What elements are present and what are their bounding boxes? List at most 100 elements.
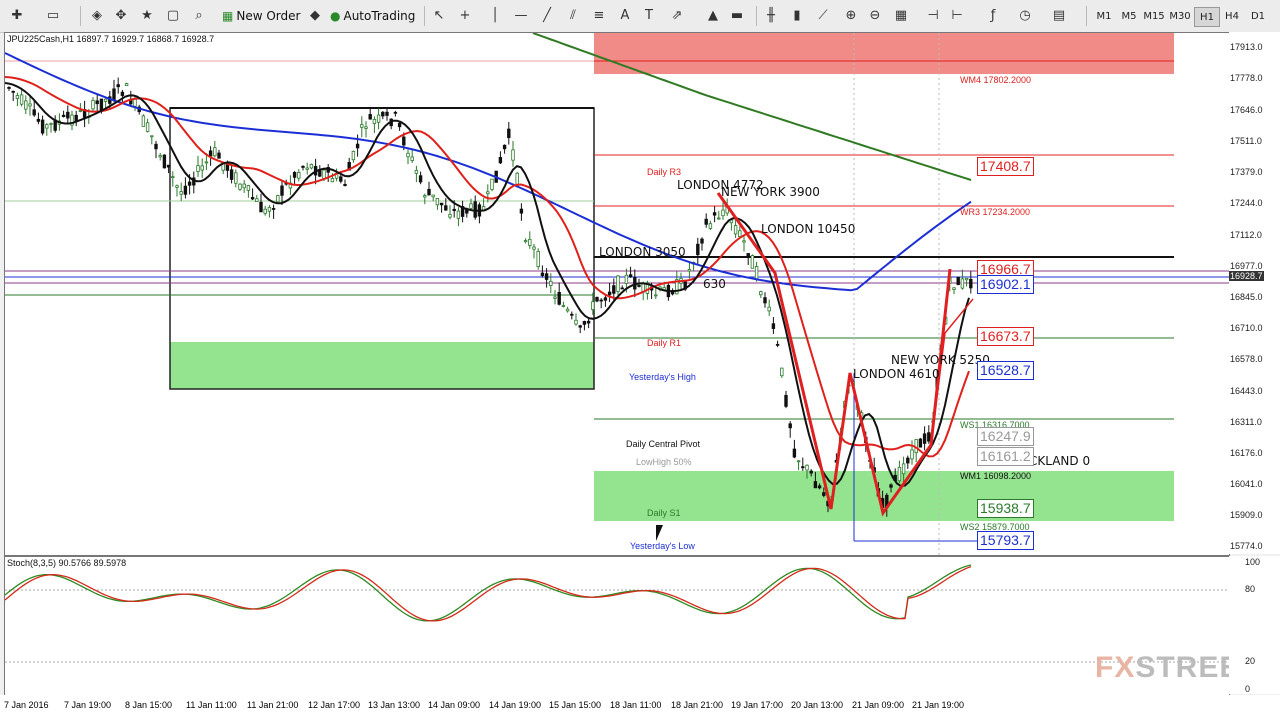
channel-icon[interactable]: ⫽ bbox=[564, 6, 582, 24]
candle-body bbox=[297, 172, 301, 179]
templates-icon[interactable]: ▤ bbox=[1050, 6, 1068, 24]
timeframe-m5[interactable]: M5 bbox=[1117, 7, 1141, 25]
candle-body bbox=[557, 292, 561, 305]
fibonacci-icon[interactable]: ≡ bbox=[590, 6, 608, 24]
tile-windows-icon[interactable]: ▦ bbox=[892, 6, 910, 24]
candle-body bbox=[45, 124, 49, 129]
time-tick: 8 Jan 15:00 bbox=[125, 700, 173, 710]
candle-body bbox=[271, 208, 276, 210]
candle-body bbox=[204, 161, 209, 164]
candle-body bbox=[750, 255, 755, 269]
time-tick: 13 Jan 13:00 bbox=[368, 700, 421, 710]
candle-body bbox=[754, 266, 759, 280]
time-tick: 15 Jan 15:00 bbox=[549, 700, 602, 710]
candle-body bbox=[733, 225, 738, 235]
candle-body bbox=[578, 325, 582, 328]
candle-body bbox=[906, 457, 910, 464]
crosshair-icon[interactable]: + bbox=[456, 6, 474, 24]
candle-body bbox=[414, 170, 419, 174]
timeframe-h1[interactable]: H1 bbox=[1194, 7, 1220, 27]
stoch-tick: 20 bbox=[1245, 656, 1256, 666]
annotation-label: Yesterday's Low bbox=[630, 541, 695, 551]
market-watch-icon[interactable]: ◈ bbox=[88, 6, 106, 24]
candle-body bbox=[175, 185, 179, 188]
price-tick: 17112.0 bbox=[1230, 230, 1262, 240]
cursor-icon[interactable]: ↖ bbox=[430, 6, 448, 24]
text-label-icon[interactable]: T bbox=[640, 6, 658, 24]
strategy-tester-icon[interactable]: ⌕ bbox=[190, 6, 208, 24]
candle-body bbox=[292, 172, 297, 178]
candle-body bbox=[351, 150, 356, 161]
candle-body bbox=[61, 114, 66, 118]
favorites-icon[interactable]: ★ bbox=[138, 6, 156, 24]
candle-body bbox=[229, 169, 234, 180]
metaeditor-icon[interactable]: ◆ bbox=[306, 6, 324, 24]
terminal-icon[interactable]: ▢ bbox=[164, 6, 182, 24]
price-level-box: 16673.7 bbox=[977, 327, 1034, 346]
price-level-box: 15938.7 bbox=[977, 499, 1034, 518]
stochastic-panel[interactable]: Stoch(8,3,5) 90.5766 89.5978 FXSTREET bbox=[4, 556, 1230, 696]
price-tick: 16845.0 bbox=[1230, 292, 1263, 302]
autoscroll-icon[interactable]: ⊢ bbox=[948, 6, 966, 24]
annotation-label: WM1 16098.2000 bbox=[960, 471, 1032, 481]
bar-chart-icon[interactable]: ╫ bbox=[762, 6, 780, 24]
autotrading-button[interactable]: ● AutoTrading bbox=[330, 5, 415, 27]
candle-body bbox=[759, 291, 763, 296]
candle-body bbox=[431, 194, 435, 198]
candle-body bbox=[813, 481, 818, 489]
timeframe-h4[interactable]: H4 bbox=[1220, 7, 1244, 25]
time-tick: 7 Jan 2016 bbox=[4, 700, 49, 710]
zoom-out-icon[interactable]: ⊖ bbox=[866, 6, 884, 24]
chart-shift-icon[interactable]: ⊣ bbox=[924, 6, 942, 24]
price-tick: 16041.0 bbox=[1230, 479, 1263, 489]
chart-type-icon[interactable]: ▬ bbox=[728, 6, 746, 24]
candle-body bbox=[376, 114, 381, 123]
new-chart-icon[interactable]: ✚ bbox=[8, 6, 26, 24]
candle-body bbox=[32, 109, 36, 116]
arrows-icon[interactable]: ⇗ bbox=[668, 6, 686, 24]
zoom-in-icon[interactable]: ⊕ bbox=[842, 6, 860, 24]
candle-body bbox=[817, 485, 822, 489]
line-chart-icon[interactable]: ⟋ bbox=[814, 6, 832, 24]
candle-body bbox=[763, 297, 767, 304]
candle-body bbox=[738, 230, 742, 237]
candle-body bbox=[452, 208, 456, 212]
timeframe-m15[interactable]: M15 bbox=[1142, 7, 1166, 25]
candle-body bbox=[767, 306, 771, 312]
horizontal-line-icon[interactable]: — bbox=[512, 6, 530, 24]
price-chart[interactable]: JPU225Cash,H1 16897.7 16929.7 16868.7 16… bbox=[4, 32, 1230, 556]
candle-body bbox=[154, 143, 158, 150]
annotation-label: LONDON 4610 bbox=[853, 367, 940, 381]
candlestick-icon[interactable]: ▮ bbox=[788, 6, 806, 24]
price-level-box: 15793.7 bbox=[977, 531, 1034, 550]
profiles-icon[interactable]: ▭ bbox=[44, 6, 62, 24]
navigator-icon[interactable]: ✥ bbox=[112, 6, 130, 24]
time-tick: 21 Jan 09:00 bbox=[852, 700, 905, 710]
candle-body bbox=[116, 84, 120, 88]
periods-icon[interactable]: ◷ bbox=[1016, 6, 1034, 24]
new-order-button[interactable]: ▦ New Order bbox=[222, 5, 300, 27]
vertical-line-icon[interactable]: │ bbox=[486, 6, 504, 24]
text-icon[interactable]: A bbox=[616, 6, 634, 24]
chart-up-icon[interactable]: ▲ bbox=[704, 6, 722, 24]
timeframe-d1[interactable]: D1 bbox=[1246, 7, 1270, 25]
stoch-main-line bbox=[5, 564, 972, 622]
timeframe-m1[interactable]: M1 bbox=[1092, 7, 1116, 25]
candle-body bbox=[498, 157, 503, 164]
candle-body bbox=[402, 136, 406, 146]
time-tick: 18 Jan 11:00 bbox=[610, 700, 662, 710]
timeframe-m30[interactable]: M30 bbox=[1168, 7, 1192, 25]
candle-body bbox=[217, 152, 221, 159]
trendline-icon[interactable]: ╱ bbox=[538, 6, 556, 24]
candle-body bbox=[969, 278, 973, 289]
candle-body bbox=[28, 103, 32, 107]
price-tick: 15774.0 bbox=[1230, 541, 1263, 551]
ma-black-line bbox=[5, 82, 970, 488]
candles bbox=[7, 77, 973, 517]
candle-body bbox=[792, 448, 797, 458]
candle-body bbox=[372, 118, 377, 124]
candle-body bbox=[242, 183, 246, 189]
candle-body bbox=[330, 178, 335, 183]
candle-body bbox=[523, 240, 528, 243]
indicators-icon[interactable]: ƒ bbox=[984, 6, 1002, 24]
